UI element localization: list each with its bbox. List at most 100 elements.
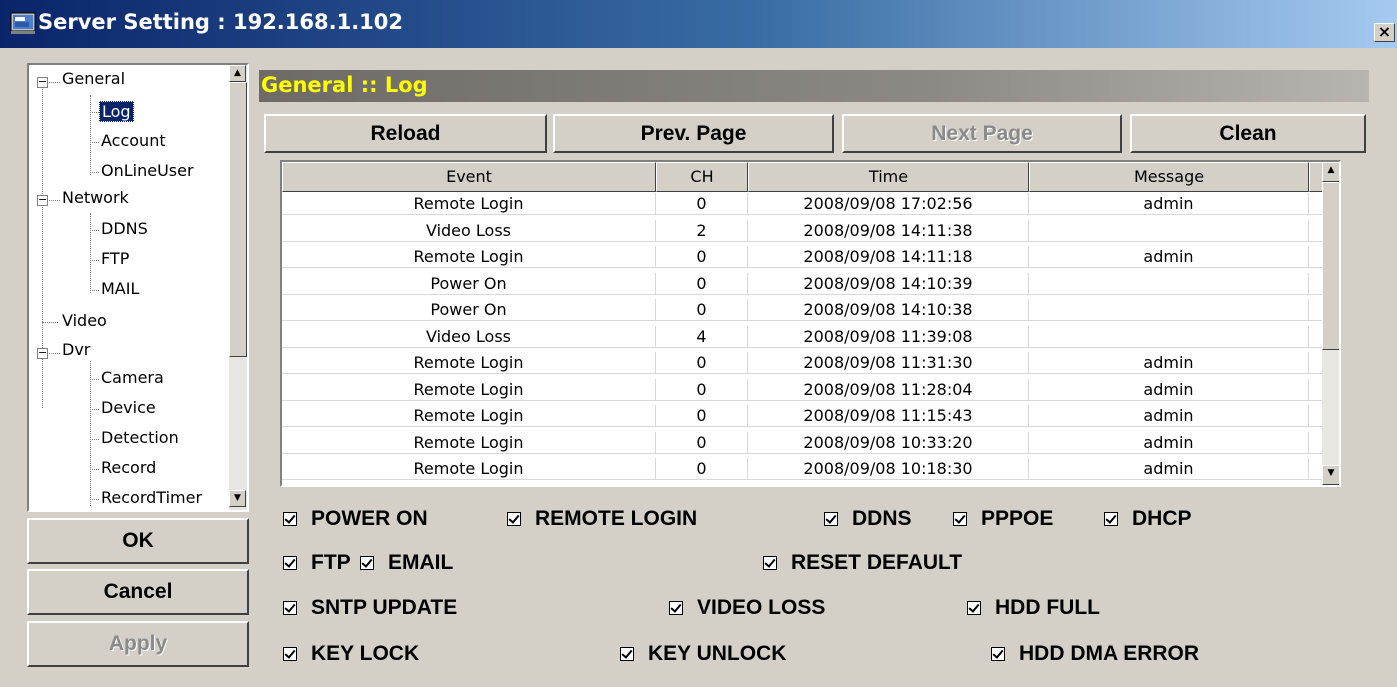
table-row[interactable]: Remote Login 0 2008/09/08 11:28:04 admin xyxy=(282,378,1323,401)
filter-ddns-checkbox[interactable]: DDNS xyxy=(824,507,912,531)
cancel-button[interactable]: Cancel xyxy=(27,569,249,615)
filler-cell xyxy=(1309,272,1323,295)
column-header-event[interactable]: Event xyxy=(282,162,656,192)
checkbox-checked-icon[interactable] xyxy=(763,556,777,570)
tree-item-general[interactable]: General xyxy=(62,69,125,88)
table-row[interactable]: Remote Login 0 2008/09/08 14:11:18 admin xyxy=(282,246,1323,268)
ok-button[interactable]: OK xyxy=(27,518,249,564)
reload-button[interactable]: Reload xyxy=(264,114,547,153)
column-header-ch[interactable]: CH xyxy=(656,162,748,192)
collapse-dvr-icon[interactable]: − xyxy=(37,347,48,359)
table-row[interactable]: Power On 0 2008/09/08 14:10:38 xyxy=(282,299,1323,321)
checkbox-checked-icon[interactable] xyxy=(507,512,521,526)
ch-cell: 0 xyxy=(656,352,748,374)
tree-connector xyxy=(49,82,60,83)
apply-button[interactable]: Apply xyxy=(27,621,249,667)
tree-item-video[interactable]: Video xyxy=(62,311,107,330)
checkbox-checked-icon[interactable] xyxy=(360,556,374,570)
checkbox-checked-icon[interactable] xyxy=(620,647,634,661)
column-header-message[interactable]: Message xyxy=(1029,162,1309,192)
checkbox-checked-icon[interactable] xyxy=(283,647,297,661)
tree-connector xyxy=(90,409,99,410)
filter-pppoe-checkbox[interactable]: PPPOE xyxy=(953,507,1053,531)
log-table[interactable]: Event CH Time Message Remote Login 0 2008/… xyxy=(280,160,1341,487)
table-row[interactable]: Remote Login 0 2008/09/08 10:33:20 admin xyxy=(282,431,1323,454)
table-row[interactable]: Remote Login 0 2008/09/08 11:31:30 admin xyxy=(282,352,1323,374)
checkbox-checked-icon[interactable] xyxy=(283,512,297,526)
column-header-filler xyxy=(1309,162,1323,192)
filter-hdd-dma-error-checkbox[interactable]: HDD DMA ERROR xyxy=(991,642,1199,666)
tree-item-camera[interactable]: Camera xyxy=(101,368,164,387)
close-button[interactable]: × xyxy=(1374,23,1395,42)
filter-hdd-full-checkbox[interactable]: HDD FULL xyxy=(967,596,1100,620)
checkbox-checked-icon[interactable] xyxy=(669,601,683,615)
checkbox-checked-icon[interactable] xyxy=(991,647,1005,661)
ch-cell: 2 xyxy=(656,219,748,242)
tree-item-dvr[interactable]: Dvr xyxy=(62,340,90,359)
tree-item-ftp[interactable]: FTP xyxy=(101,249,129,268)
tree-item-mail[interactable]: MAIL xyxy=(101,279,139,298)
tree-connector xyxy=(90,172,99,173)
tree-connector xyxy=(49,200,60,201)
filter-reset-default-checkbox[interactable]: RESET DEFAULT xyxy=(763,551,962,575)
collapse-network-icon[interactable]: − xyxy=(37,194,48,206)
log-table-scrollbar[interactable]: ▲ ▼ xyxy=(1322,162,1339,485)
table-row[interactable]: Remote Login 0 2008/09/08 17:02:56 admin xyxy=(282,193,1323,215)
event-cell: Remote Login xyxy=(282,458,656,480)
filter-ftp-checkbox[interactable]: FTP xyxy=(283,551,351,575)
filter-power-on-checkbox[interactable]: POWER ON xyxy=(283,507,428,531)
tree-item-device[interactable]: Device xyxy=(101,398,156,417)
checkbox-checked-icon[interactable] xyxy=(824,512,838,526)
filter-email-checkbox[interactable]: EMAIL xyxy=(360,551,453,575)
tree-item-record[interactable]: Record xyxy=(101,458,156,477)
checkbox-checked-icon[interactable] xyxy=(1104,512,1118,526)
filter-sntp-update-checkbox[interactable]: SNTP UPDATE xyxy=(283,596,457,620)
table-row[interactable]: Power On 0 2008/09/08 14:10:39 xyxy=(282,272,1323,295)
tree-connector xyxy=(90,290,99,291)
next-page-button[interactable]: Next Page xyxy=(842,114,1122,153)
tree-scroll-thumb[interactable] xyxy=(229,82,247,357)
tree-item-ddns[interactable]: DDNS xyxy=(101,219,148,238)
settings-tree[interactable]: − General Log Account OnLineUser − Netwo… xyxy=(27,63,249,512)
time-cell: 2008/09/08 17:02:56 xyxy=(748,193,1029,215)
filter-remote-login-checkbox[interactable]: REMOTE LOGIN xyxy=(507,507,697,531)
checkbox-checked-icon[interactable] xyxy=(953,512,967,526)
table-row[interactable]: Remote Login 0 2008/09/08 10:18:30 admin xyxy=(282,458,1323,480)
filter-key-unlock-checkbox[interactable]: KEY UNLOCK xyxy=(620,642,786,666)
log-table-scroll-thumb[interactable] xyxy=(1322,182,1339,350)
tree-item-detection[interactable]: Detection xyxy=(101,428,179,447)
table-row[interactable]: Video Loss 4 2008/09/08 11:39:08 xyxy=(282,325,1323,348)
tree-item-network[interactable]: Network xyxy=(62,188,129,207)
checkbox-checked-icon[interactable] xyxy=(967,601,981,615)
tree-item-onlineuser[interactable]: OnLineUser xyxy=(101,161,194,180)
filter-key-lock-checkbox[interactable]: KEY LOCK xyxy=(283,642,419,666)
tree-connector xyxy=(90,469,99,470)
event-cell: Video Loss xyxy=(282,325,656,348)
clean-button[interactable]: Clean xyxy=(1130,114,1366,153)
collapse-general-icon[interactable]: − xyxy=(37,76,48,88)
table-row[interactable]: Video Loss 2 2008/09/08 14:11:38 xyxy=(282,219,1323,242)
table-row[interactable]: Remote Login 0 2008/09/08 11:15:43 admin xyxy=(282,405,1323,427)
filter-power-on-label: POWER ON xyxy=(311,507,428,530)
prev-page-button[interactable]: Prev. Page xyxy=(553,114,834,153)
filter-video-loss-checkbox[interactable]: VIDEO LOSS xyxy=(669,596,825,620)
scroll-up-arrow-icon[interactable]: ▲ xyxy=(229,65,246,82)
tree-item-recordtimer[interactable]: RecordTimer xyxy=(101,488,202,507)
message-cell: admin xyxy=(1029,246,1309,268)
tree-scrollbar[interactable]: ▲ ▼ xyxy=(229,65,247,510)
column-header-time[interactable]: Time xyxy=(748,162,1029,192)
filler-cell xyxy=(1309,246,1323,268)
scroll-up-arrow-icon[interactable]: ▲ xyxy=(1322,162,1339,182)
scroll-down-arrow-icon[interactable]: ▼ xyxy=(1322,465,1339,485)
checkbox-checked-icon[interactable] xyxy=(283,556,297,570)
close-icon: × xyxy=(1377,22,1392,41)
event-cell: Video Loss xyxy=(282,219,656,242)
checkbox-checked-icon[interactable] xyxy=(283,601,297,615)
tree-item-log[interactable]: Log xyxy=(99,101,134,122)
filter-dhcp-checkbox[interactable]: DHCP xyxy=(1104,507,1192,531)
message-cell: admin xyxy=(1029,458,1309,480)
title-bar: Server Setting : 192.168.1.102 × xyxy=(0,0,1397,48)
tree-item-account[interactable]: Account xyxy=(101,131,166,150)
scroll-down-arrow-icon[interactable]: ▼ xyxy=(229,490,246,507)
tree-connector xyxy=(90,260,99,261)
